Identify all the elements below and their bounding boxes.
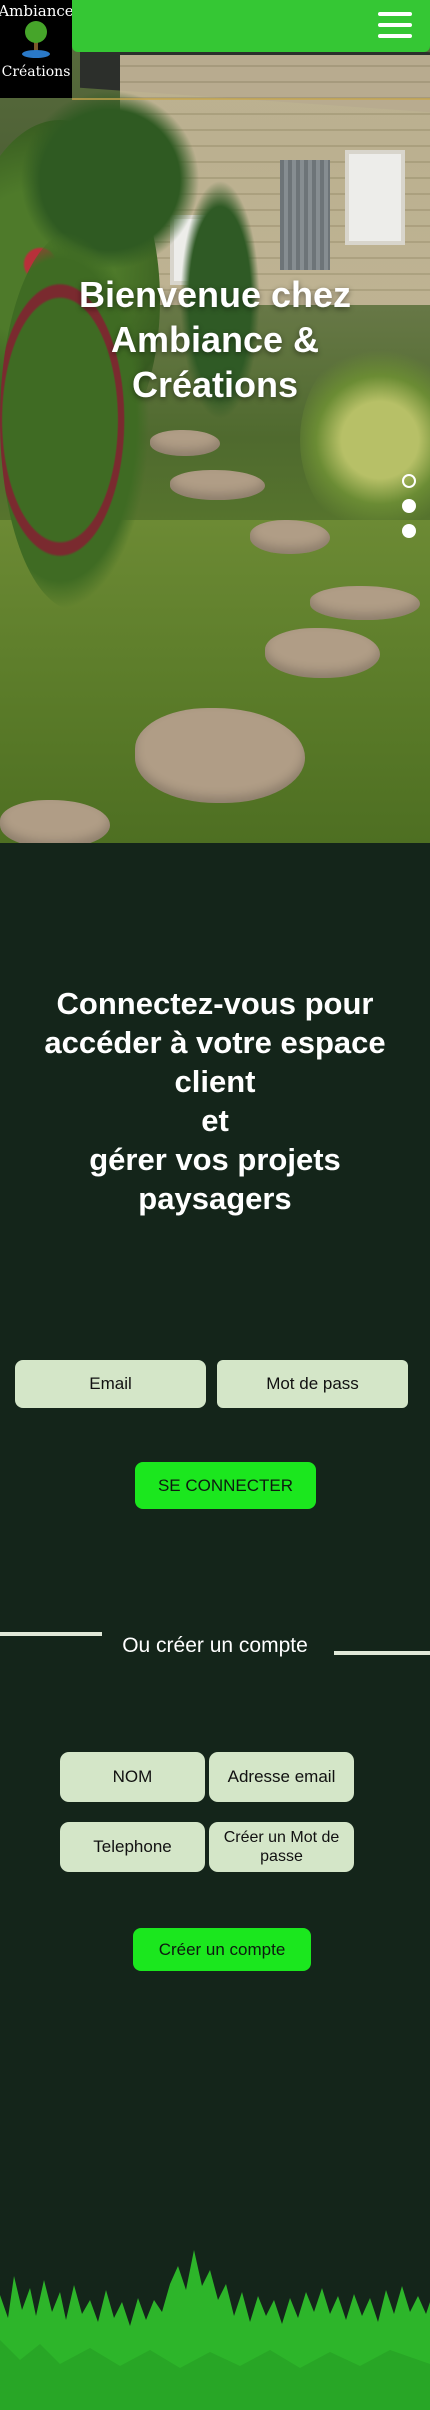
- logo[interactable]: Ambiance Créations: [0, 0, 74, 98]
- footer-grass-decoration: [0, 2240, 430, 2410]
- login-heading: Connectez-vous pour accéder à votre espa…: [20, 984, 410, 1218]
- slide-dot-1[interactable]: [402, 474, 416, 488]
- register-phone-input[interactable]: Telephone: [60, 1822, 205, 1872]
- logo-text-top: Ambiance: [0, 2, 74, 20]
- login-submit-button[interactable]: SE CONNECTER: [135, 1462, 316, 1509]
- login-password-input[interactable]: Mot de pass: [217, 1360, 408, 1408]
- login-email-input[interactable]: Email: [15, 1360, 206, 1408]
- hamburger-icon[interactable]: [378, 12, 412, 40]
- login-heading-line-1: Connectez-vous pour accéder à votre espa…: [44, 986, 386, 1099]
- slide-dot-2[interactable]: [402, 499, 416, 513]
- divider-left: [0, 1632, 102, 1636]
- register-email-input[interactable]: Adresse email: [209, 1752, 354, 1802]
- tree-logo-icon: [21, 20, 51, 60]
- hero-title: Bienvenue chez Ambiance & Créations: [78, 274, 352, 405]
- logo-text-bottom: Créations: [1, 64, 71, 80]
- top-navbar: [72, 0, 430, 52]
- hero-banner: Bienvenue chez Ambiance & Créations: [0, 0, 430, 843]
- login-heading-line-3: gérer vos projets paysagers: [89, 1142, 341, 1216]
- slider-dots: [402, 474, 416, 549]
- divider-right: [334, 1651, 430, 1655]
- register-divider-label: Ou créer un compte: [122, 1634, 308, 1657]
- register-name-input[interactable]: NOM: [60, 1752, 205, 1802]
- register-submit-button[interactable]: Créer un compte: [133, 1928, 311, 1971]
- slide-dot-3[interactable]: [402, 524, 416, 538]
- login-heading-line-2: et: [201, 1103, 229, 1138]
- register-password-input[interactable]: Créer un Mot de passe: [209, 1822, 354, 1872]
